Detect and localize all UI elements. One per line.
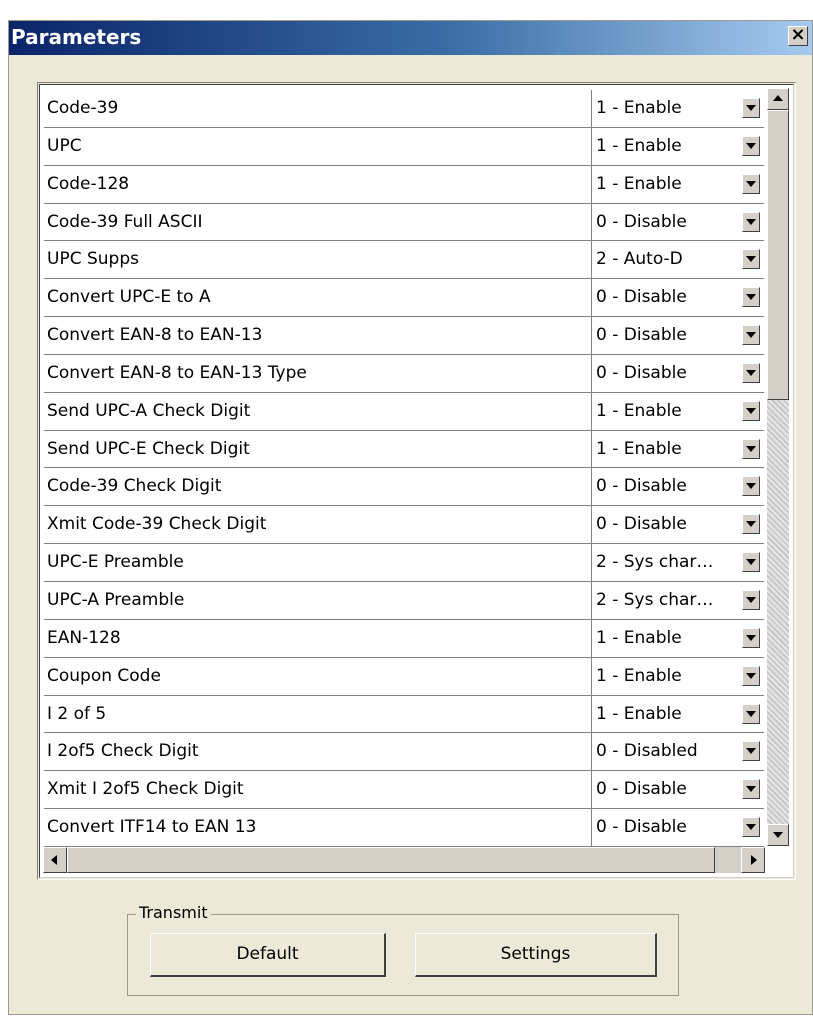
parameter-value-select[interactable]: 0 - Disabled: [594, 733, 746, 770]
parameter-row: Coupon Code 1 - Enable: [44, 657, 764, 696]
parameter-row: I 2of5 Check Digit 0 - Disabled: [44, 733, 764, 772]
parameter-row: Code-39 1 - Enable: [44, 90, 764, 128]
dropdown-arrow-icon[interactable]: [742, 703, 760, 724]
parameter-value-select[interactable]: 0 - Disable: [594, 468, 746, 505]
dropdown-arrow-icon[interactable]: [742, 514, 760, 535]
parameter-row: Send UPC-A Check Digit 1 - Enable: [44, 392, 764, 431]
dropdown-arrow-icon[interactable]: [742, 400, 760, 421]
parameter-row: Convert EAN-8 to EAN-13 0 - Disable: [44, 317, 764, 355]
dropdown-arrow-icon[interactable]: [742, 135, 760, 156]
parameter-row: Convert EAN-8 to EAN-13 Type 0 - Disable: [44, 354, 764, 393]
dropdown-arrow-icon[interactable]: [742, 552, 760, 573]
horizontal-scroll-thumb[interactable]: [67, 847, 715, 873]
default-button[interactable]: Default: [150, 933, 386, 977]
dropdown-arrow-icon[interactable]: [742, 362, 760, 383]
parameter-row: Code-128 1 - Enable: [44, 165, 764, 204]
dropdown-arrow-icon[interactable]: [742, 476, 760, 497]
parameter-row: Xmit Code-39 Check Digit 0 - Disable: [44, 506, 764, 545]
dropdown-arrow-icon[interactable]: [742, 211, 760, 232]
vertical-scrollbar[interactable]: [767, 88, 789, 846]
close-button[interactable]: ×: [788, 26, 808, 46]
dropdown-arrow-icon[interactable]: [742, 741, 760, 762]
dropdown-arrow-icon[interactable]: [742, 249, 760, 270]
dropdown-arrow-icon[interactable]: [742, 438, 760, 459]
vertical-scroll-thumb[interactable]: [767, 110, 789, 400]
parameters-window: Parameters × Code-39 1 - Enable UPC 1 - Ena…: [8, 20, 813, 1015]
parameter-row: Convert ITF14 to EAN 13 0 - Disable: [44, 809, 764, 847]
parameter-name: I 2 of 5: [44, 695, 592, 733]
parameter-name: Xmit I 2of5 Check Digit: [44, 771, 592, 809]
parameter-name: I 2of5 Check Digit: [44, 733, 592, 771]
parameter-name: Code-39 Check Digit: [44, 468, 592, 506]
parameter-name: Send UPC-A Check Digit: [44, 392, 592, 430]
dropdown-arrow-icon[interactable]: [742, 287, 760, 308]
parameter-value-select[interactable]: 1 - Enable: [594, 166, 746, 203]
parameter-rows: Code-39 1 - Enable UPC 1 - Enable Code-128 1 …: [44, 90, 764, 847]
dropdown-arrow-icon[interactable]: [742, 325, 760, 346]
parameter-value-select[interactable]: 1 - Enable: [594, 431, 746, 468]
horizontal-scrollbar[interactable]: [43, 847, 765, 873]
parameter-value-select[interactable]: 0 - Disable: [594, 771, 746, 808]
dropdown-arrow-icon[interactable]: [742, 817, 760, 838]
parameter-value-select[interactable]: 2 - Sys char…: [594, 582, 746, 619]
scroll-left-arrow-icon[interactable]: [43, 847, 67, 873]
dropdown-arrow-icon[interactable]: [742, 173, 760, 194]
dropdown-arrow-icon[interactable]: [742, 98, 760, 118]
parameter-name: UPC: [44, 127, 592, 165]
parameter-row: UPC 1 - Enable: [44, 127, 764, 166]
scroll-down-arrow-icon[interactable]: [767, 824, 789, 846]
parameter-name: Code-128: [44, 165, 592, 203]
window-title: Parameters: [11, 25, 142, 49]
parameter-value-select[interactable]: 1 - Enable: [594, 696, 746, 733]
parameter-value-select[interactable]: 2 - Auto-D: [594, 241, 746, 278]
parameter-row: Convert UPC-E to A0 - Disable: [44, 279, 764, 318]
parameter-name: Convert ITF14 to EAN 13: [44, 809, 592, 846]
parameter-name: Send UPC-E Check Digit: [44, 430, 592, 468]
parameter-grid: Code-39 1 - Enable UPC 1 - Enable Code-128 1 …: [37, 82, 796, 880]
scroll-up-arrow-icon[interactable]: [767, 88, 789, 110]
parameter-value-select[interactable]: 1 - Enable: [594, 128, 746, 165]
transmit-legend: Transmit: [136, 903, 211, 922]
parameter-name: Convert EAN-8 to EAN-13: [44, 317, 592, 354]
parameter-value-select[interactable]: 0 - Disable: [594, 317, 746, 354]
dropdown-arrow-icon[interactable]: [742, 627, 760, 648]
parameter-value-select[interactable]: 0 - Disable: [594, 506, 746, 543]
parameter-row: Code-39 Full ASCII 0 - Disable: [44, 203, 764, 242]
parameter-row: I 2 of 51 - Enable: [44, 695, 764, 734]
parameter-name: Coupon Code: [44, 657, 592, 695]
parameter-value-select[interactable]: 1 - Enable: [594, 393, 746, 430]
parameter-row: Code-39 Check Digit 0 - Disable: [44, 468, 764, 507]
parameter-row: Xmit I 2of5 Check Digit 0 - Disable: [44, 771, 764, 810]
dropdown-arrow-icon[interactable]: [742, 589, 760, 610]
parameter-value-select[interactable]: 0 - Disable: [594, 204, 746, 241]
parameter-row: EAN-128 1 - Enable: [44, 619, 764, 658]
settings-button[interactable]: Settings: [415, 933, 657, 977]
parameter-value-select[interactable]: 2 - Sys char…: [594, 544, 746, 581]
parameter-value-select[interactable]: 1 - Enable: [594, 620, 746, 657]
parameter-name: Convert UPC-E to A: [44, 279, 592, 317]
parameter-row: UPC Supps 2 - Auto-D: [44, 241, 764, 280]
parameter-row: UPC-E Preamble 2 - Sys char…: [44, 544, 764, 582]
title-bar: Parameters ×: [9, 21, 812, 55]
parameter-row: Send UPC-E Check Digit 1 - Enable: [44, 430, 764, 469]
parameter-name: EAN-128: [44, 619, 592, 657]
parameter-name: Code-39 Full ASCII: [44, 203, 592, 241]
parameter-row: UPC-A Preamble 2 - Sys char…: [44, 581, 764, 620]
scroll-right-arrow-icon[interactable]: [741, 847, 765, 873]
dropdown-arrow-icon[interactable]: [742, 779, 760, 800]
transmit-group: Transmit Default Settings: [127, 903, 679, 996]
parameter-grid-frame: Code-39 1 - Enable UPC 1 - Enable Code-128 1 …: [39, 84, 794, 878]
parameter-value-select[interactable]: 0 - Disable: [594, 355, 746, 392]
parameter-name: UPC-E Preamble: [44, 544, 592, 581]
parameter-name: UPC Supps: [44, 241, 592, 279]
parameter-name: UPC-A Preamble: [44, 581, 592, 619]
parameter-value-select[interactable]: 1 - Enable: [594, 658, 746, 695]
parameter-name: Convert EAN-8 to EAN-13 Type: [44, 354, 592, 392]
parameter-value-select[interactable]: 0 - Disable: [594, 809, 746, 846]
parameter-name: Code-39: [44, 90, 592, 127]
parameter-name: Xmit Code-39 Check Digit: [44, 506, 592, 544]
parameter-value-select[interactable]: 1 - Enable: [594, 90, 746, 127]
dropdown-arrow-icon[interactable]: [742, 665, 760, 686]
parameter-value-select[interactable]: 0 - Disable: [594, 279, 746, 316]
